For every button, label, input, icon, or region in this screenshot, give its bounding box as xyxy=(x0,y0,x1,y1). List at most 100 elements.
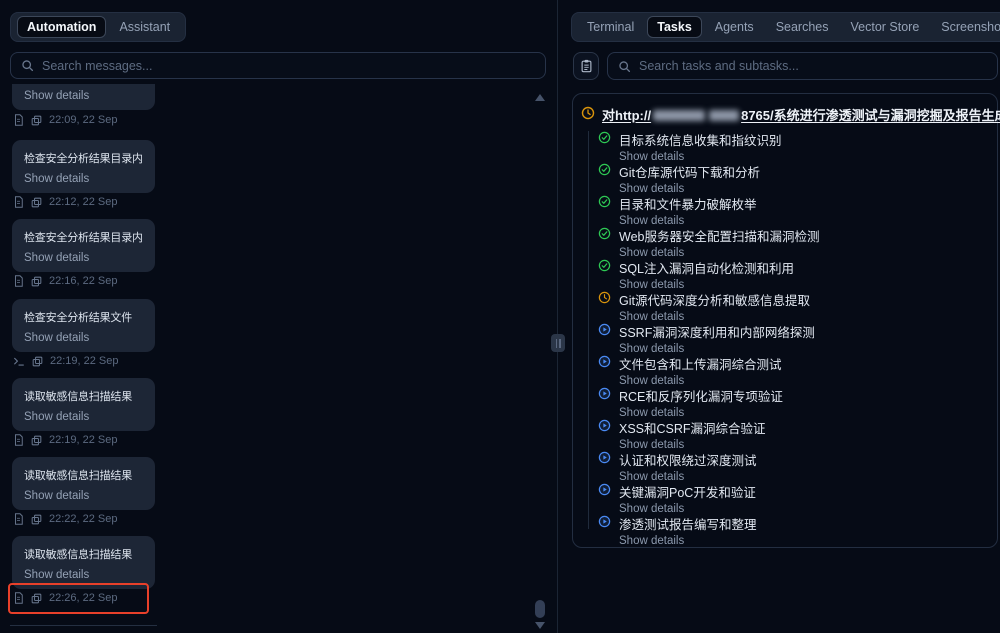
message-card[interactable]: 读取敏感信息扫描结果 Show details xyxy=(12,536,155,589)
message-meta-row: 22:22, 22 Sep xyxy=(13,513,118,525)
subtask-row[interactable]: 目标系统信息收集和指纹识别 Show details xyxy=(598,130,988,163)
message-title: 检查安全分析结果目录内容 xyxy=(24,150,143,166)
tab-agents[interactable]: Agents xyxy=(706,17,763,37)
copy-icon[interactable] xyxy=(31,276,42,287)
clock-icon xyxy=(581,106,595,120)
message-timestamp: 22:12, 22 Sep xyxy=(49,196,118,208)
subtask-title: Git源代码深度分析和敏感信息提取 xyxy=(619,290,988,309)
message-title: 读取敏感信息扫描结果 xyxy=(24,546,143,562)
subtask-title: 认证和权限绕过深度测试 xyxy=(619,450,988,469)
tasks-panel: 对http://8765/系统进行渗透测试与漏洞挖掘及报告生成 目标系统信息收集… xyxy=(572,93,998,548)
tab-assistant[interactable]: Assistant xyxy=(110,17,179,37)
subtask-row[interactable]: 文件包含和上传漏洞综合测试 Show details xyxy=(598,354,988,387)
document-icon[interactable] xyxy=(13,275,24,287)
tasks-search[interactable] xyxy=(607,52,998,80)
main-task-row[interactable]: 对http://8765/系统进行渗透测试与漏洞挖掘及报告生成 xyxy=(581,105,1000,124)
tab-automation[interactable]: Automation xyxy=(17,16,106,38)
show-details-link[interactable]: Show details xyxy=(24,490,143,502)
document-icon[interactable] xyxy=(13,196,24,208)
subtask-show-details[interactable]: Show details xyxy=(619,535,988,547)
messages-search-input[interactable] xyxy=(42,59,535,73)
document-icon[interactable] xyxy=(13,513,24,525)
subtask-title: 目录和文件暴力破解枚举 xyxy=(619,194,988,213)
message-timestamp: 22:22, 22 Sep xyxy=(49,513,118,525)
list-bottom-divider xyxy=(10,625,157,626)
message-card[interactable]: 读取敏感信息扫描结果 Show details xyxy=(12,457,155,510)
scrollbar-thumb[interactable] xyxy=(535,600,545,618)
show-details-link[interactable]: Show details xyxy=(24,411,143,423)
message-card[interactable]: 读取敏感信息扫描结果 Show details xyxy=(12,378,155,431)
play-circle-icon xyxy=(598,515,611,528)
message-meta-row: 22:12, 22 Sep xyxy=(13,196,118,208)
main-task-title[interactable]: 对http://8765/系统进行渗透测试与漏洞挖掘及报告生成 xyxy=(602,105,1000,124)
show-details-link[interactable]: Show details xyxy=(24,252,143,264)
scroll-up-arrow[interactable] xyxy=(535,94,545,101)
message-card[interactable]: Show details xyxy=(12,84,155,110)
message-title: 检查安全分析结果文件 xyxy=(24,309,143,325)
subtask-title: 目标系统信息收集和指纹识别 xyxy=(619,130,988,149)
subtask-title: 关键漏洞PoC开发和验证 xyxy=(619,482,988,501)
scroll-down-arrow[interactable] xyxy=(535,622,545,629)
task-list-button[interactable] xyxy=(573,52,599,80)
tasks-search-input[interactable] xyxy=(639,59,987,73)
subtask-row[interactable]: 目录和文件暴力破解枚举 Show details xyxy=(598,194,988,227)
subtask-title: RCE和反序列化漏洞专项验证 xyxy=(619,386,988,405)
subtask-row[interactable]: SSRF漏洞深度利用和内部网络探测 Show details xyxy=(598,322,988,355)
play-circle-icon xyxy=(598,323,611,336)
left-tab-bar: Automation Assistant xyxy=(10,12,186,42)
document-icon[interactable] xyxy=(13,114,24,126)
subtask-title: 渗透测试报告编写和整理 xyxy=(619,514,988,533)
play-circle-icon xyxy=(598,419,611,432)
messages-search[interactable] xyxy=(10,52,546,79)
document-icon[interactable] xyxy=(13,434,24,446)
message-card[interactable]: 检查安全分析结果文件 Show details xyxy=(12,299,155,352)
play-circle-icon xyxy=(598,451,611,464)
copy-icon[interactable] xyxy=(31,435,42,446)
panel-resize-handle[interactable] xyxy=(551,334,565,352)
subtask-tree-guide xyxy=(588,131,589,529)
check-circle-icon xyxy=(598,259,611,272)
subtask-row[interactable]: RCE和反序列化漏洞专项验证 Show details xyxy=(598,386,988,419)
show-details-link[interactable]: Show details xyxy=(24,90,143,102)
terminal-icon[interactable] xyxy=(13,356,25,367)
tab-terminal[interactable]: Terminal xyxy=(578,17,643,37)
subtask-row[interactable]: 认证和权限绕过深度测试 Show details xyxy=(598,450,988,483)
message-meta-row: 22:16, 22 Sep xyxy=(13,275,118,287)
subtask-row[interactable]: 渗透测试报告编写和整理 Show details xyxy=(598,514,988,547)
copy-icon[interactable] xyxy=(32,356,43,367)
tab-tasks[interactable]: Tasks xyxy=(647,16,702,38)
redacted-text xyxy=(653,110,705,121)
subtask-title: Git仓库源代码下载和分析 xyxy=(619,162,988,181)
subtask-row[interactable]: 关键漏洞PoC开发和验证 Show details xyxy=(598,482,988,515)
message-card[interactable]: 检查安全分析结果目录内容 Show details xyxy=(12,219,155,272)
subtask-row[interactable]: XSS和CSRF漏洞综合验证 Show details xyxy=(598,418,988,451)
check-circle-icon xyxy=(598,163,611,176)
check-circle-icon xyxy=(598,227,611,240)
tab-vector-store[interactable]: Vector Store xyxy=(842,17,929,37)
subtask-title: XSS和CSRF漏洞综合验证 xyxy=(619,418,988,437)
copy-icon[interactable] xyxy=(31,197,42,208)
subtask-row[interactable]: Git源代码深度分析和敏感信息提取 Show details xyxy=(598,290,988,323)
message-title: 读取敏感信息扫描结果 xyxy=(24,388,143,404)
search-icon xyxy=(618,60,631,73)
play-circle-icon xyxy=(598,387,611,400)
subtask-row[interactable]: SQL注入漏洞自动化检测和利用 Show details xyxy=(598,258,988,291)
message-card[interactable]: 检查安全分析结果目录内容 Show details xyxy=(12,140,155,193)
message-timestamp: 22:16, 22 Sep xyxy=(49,275,118,287)
message-meta-row: 22:19, 22 Sep xyxy=(13,434,118,446)
tab-searches[interactable]: Searches xyxy=(767,17,838,37)
tab-screenshots[interactable]: Screenshots xyxy=(932,17,1000,37)
clock-icon xyxy=(598,291,611,304)
show-details-link[interactable]: Show details xyxy=(24,173,143,185)
subtask-row[interactable]: Git仓库源代码下载和分析 Show details xyxy=(598,162,988,195)
copy-icon[interactable] xyxy=(31,514,42,525)
show-details-link[interactable]: Show details xyxy=(24,569,143,581)
message-meta-row: 22:09, 22 Sep xyxy=(13,114,118,126)
message-meta-row: 22:19, 22 Sep xyxy=(13,355,119,367)
subtask-row[interactable]: Web服务器安全配置扫描和漏洞检测 Show details xyxy=(598,226,988,259)
redacted-text xyxy=(709,110,739,121)
copy-icon[interactable] xyxy=(31,115,42,126)
message-timestamp: 22:19, 22 Sep xyxy=(49,434,118,446)
right-tab-bar: Terminal Tasks Agents Searches Vector St… xyxy=(571,12,1000,42)
show-details-link[interactable]: Show details xyxy=(24,332,143,344)
